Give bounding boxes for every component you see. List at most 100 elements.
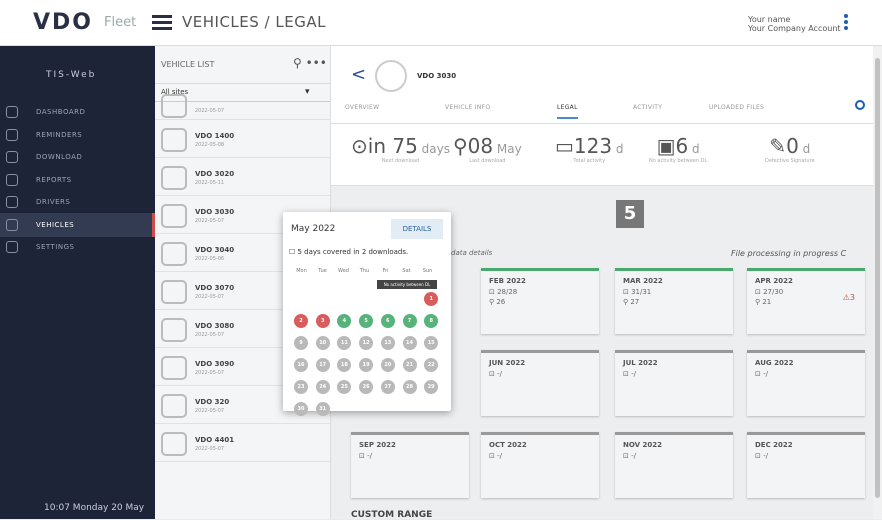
month-card[interactable]: NOV 2022 ⊡ -/ bbox=[615, 432, 733, 498]
stat-unit: d bbox=[612, 142, 624, 156]
calendar-day[interactable]: 28 bbox=[402, 380, 417, 394]
sidebar-item-label: REPORTS bbox=[36, 175, 72, 184]
scrollbar[interactable] bbox=[873, 46, 882, 519]
calendar-day[interactable]: 23 bbox=[294, 380, 308, 394]
sidebar-item-vehicles[interactable]: VEHICLES bbox=[0, 212, 155, 237]
stat-icon: ⊙in bbox=[351, 134, 393, 158]
sidebar-icon bbox=[6, 151, 18, 163]
vehicle-row[interactable]: VDO 1400 2022-05-08 bbox=[155, 120, 330, 158]
vehicle-date: 2022-05-07 bbox=[195, 218, 225, 224]
calendar-day[interactable]: 31 bbox=[315, 402, 330, 416]
vehicle-date: 2022-05-06 bbox=[195, 256, 225, 262]
calendar-day[interactable]: 26 bbox=[359, 380, 374, 394]
month-days: ⊡ -/ bbox=[359, 452, 372, 460]
month-downloads: ⚲ 27 bbox=[623, 298, 640, 306]
sidebar-item-reminders[interactable]: REMINDERS bbox=[0, 123, 155, 147]
month-card[interactable]: OCT 2022 ⊡ -/ bbox=[481, 432, 599, 498]
tab-uploaded-files[interactable]: UPLOADED FILES bbox=[709, 104, 764, 111]
month-card[interactable]: SEP 2022 ⊡ -/ bbox=[351, 432, 469, 498]
calendar-day[interactable]: 7 bbox=[402, 314, 417, 328]
more-icon[interactable] bbox=[844, 12, 850, 32]
calendar-day[interactable]: 3 bbox=[315, 314, 330, 328]
month-card[interactable]: FEB 2022 ⊡ 28/28 ⚲ 26 bbox=[481, 268, 599, 334]
stat-unit: May bbox=[493, 142, 522, 156]
chevron-down-icon[interactable]: ▾ bbox=[305, 87, 310, 97]
month-days: ⊡ -/ bbox=[755, 370, 768, 378]
coverage-text: ☐ 5 days covered in 2 downloads. bbox=[289, 248, 409, 256]
weekday-label: Sat bbox=[402, 268, 411, 274]
calendar-day[interactable]: 8 bbox=[424, 314, 439, 328]
calendar-day[interactable]: 12 bbox=[359, 336, 374, 350]
calendar-day[interactable]: 19 bbox=[359, 358, 374, 372]
calendar-day[interactable]: 5 bbox=[359, 314, 374, 328]
calendar-day[interactable]: 11 bbox=[337, 336, 352, 350]
vehicle-date: 2022-05-07 bbox=[195, 294, 225, 300]
back-icon[interactable]: < bbox=[351, 64, 366, 85]
month-label: MAR 2022 bbox=[623, 277, 663, 285]
vehicle-row[interactable]: VDO 3020 2022-05-11 bbox=[155, 158, 330, 196]
tab-activity[interactable]: ACTIVITY bbox=[633, 104, 662, 111]
user-name: Your name bbox=[748, 15, 791, 24]
gear-icon[interactable] bbox=[855, 100, 865, 110]
sidebar-item-download[interactable]: DOWNLOAD bbox=[0, 145, 155, 169]
calendar-day[interactable]: 4 bbox=[337, 314, 352, 328]
month-card[interactable]: DEC 2022 ⊡ -/ bbox=[747, 432, 865, 498]
truck-icon bbox=[161, 318, 187, 342]
calendar-day[interactable]: 6 bbox=[380, 314, 395, 328]
month-label: APR 2022 bbox=[755, 277, 793, 285]
calendar-day[interactable]: 20 bbox=[380, 358, 395, 372]
calendar-day[interactable]: 16 bbox=[294, 358, 308, 372]
calendar-day[interactable]: 24 bbox=[315, 380, 330, 394]
sidebar-item-settings[interactable]: SETTINGS bbox=[0, 235, 155, 259]
user-info[interactable]: Your name Your Company Account bbox=[748, 15, 841, 33]
sidebar-item-reports[interactable]: REPORTS bbox=[0, 168, 155, 192]
month-card[interactable]: JUN 2022 ⊡ -/ bbox=[481, 350, 599, 416]
sidebar-item-drivers[interactable]: DRIVERS bbox=[0, 190, 155, 214]
calendar-day[interactable]: 15 bbox=[424, 336, 439, 350]
vehicle-date: 2022-05-07 bbox=[195, 370, 225, 376]
weekday-label: Thu bbox=[359, 268, 370, 274]
details-button[interactable]: DETAILS bbox=[391, 219, 443, 239]
vehicle-avatar bbox=[375, 60, 407, 92]
vehicle-row[interactable]: 2022-05-07 bbox=[155, 94, 330, 120]
sidebar-item-label: DASHBOARD bbox=[36, 108, 86, 116]
month-card[interactable]: MAR 2022 ⊡ 31/31 ⚲ 27 bbox=[615, 268, 733, 334]
sidebar-item-dashboard[interactable]: DASHBOARD bbox=[0, 100, 155, 124]
logo-subtitle: Fleet bbox=[104, 15, 137, 30]
tab-vehicle-info[interactable]: VEHICLE INFO bbox=[445, 104, 490, 111]
vehicle-row[interactable]: VDO 4401 2022-05-07 bbox=[155, 424, 330, 462]
month-card[interactable]: JUL 2022 ⊡ -/ bbox=[615, 350, 733, 416]
tab-legal[interactable]: LEGAL bbox=[557, 104, 578, 119]
sidebar-icon bbox=[6, 173, 18, 186]
calendar-day[interactable]: 10 bbox=[315, 336, 330, 350]
sidebar-icon bbox=[6, 128, 18, 141]
calendar-day[interactable]: 17 bbox=[315, 358, 330, 372]
calendar-day[interactable]: 2 bbox=[294, 314, 308, 328]
top-bar: VDO Fleet VEHICLES / LEGAL Your name Your… bbox=[0, 0, 882, 46]
truck-icon bbox=[161, 432, 187, 456]
truck-icon bbox=[161, 204, 187, 228]
search-icon[interactable]: ⚲ ••• bbox=[293, 56, 327, 70]
month-label: OCT 2022 bbox=[489, 441, 527, 449]
calendar-day[interactable]: 29 bbox=[424, 380, 439, 394]
calendar-day[interactable]: 22 bbox=[424, 358, 439, 372]
month-card[interactable]: APR 2022 ⊡ 27/30 ⚲ 21 ⚠3 bbox=[747, 268, 865, 334]
tab-overview[interactable]: OVERVIEW bbox=[345, 104, 379, 111]
vehicle-name: VDO 1400 bbox=[195, 132, 235, 140]
calendar-day[interactable]: 27 bbox=[380, 380, 395, 394]
calendar-day[interactable]: 21 bbox=[402, 358, 417, 372]
month-card[interactable]: AUG 2022 ⊡ -/ bbox=[747, 350, 865, 416]
menu-icon[interactable] bbox=[152, 12, 172, 30]
details-hint[interactable]: data details bbox=[451, 249, 492, 257]
calendar-day[interactable]: 14 bbox=[402, 336, 417, 350]
stat-caption: Next download bbox=[381, 158, 420, 164]
clock: 10:07 Monday 20 May bbox=[44, 503, 145, 513]
vehicle-name: VDO 3040 bbox=[195, 246, 235, 254]
stat-2: ▭123 d Total activity bbox=[555, 134, 624, 164]
calendar-day[interactable]: 25 bbox=[337, 380, 352, 394]
calendar-day[interactable]: 1 bbox=[424, 292, 439, 306]
calendar-day[interactable]: 13 bbox=[380, 336, 395, 350]
calendar-day[interactable]: 18 bbox=[337, 358, 352, 372]
calendar-day[interactable]: 9 bbox=[294, 336, 308, 350]
calendar-day[interactable]: 30 bbox=[294, 402, 308, 416]
